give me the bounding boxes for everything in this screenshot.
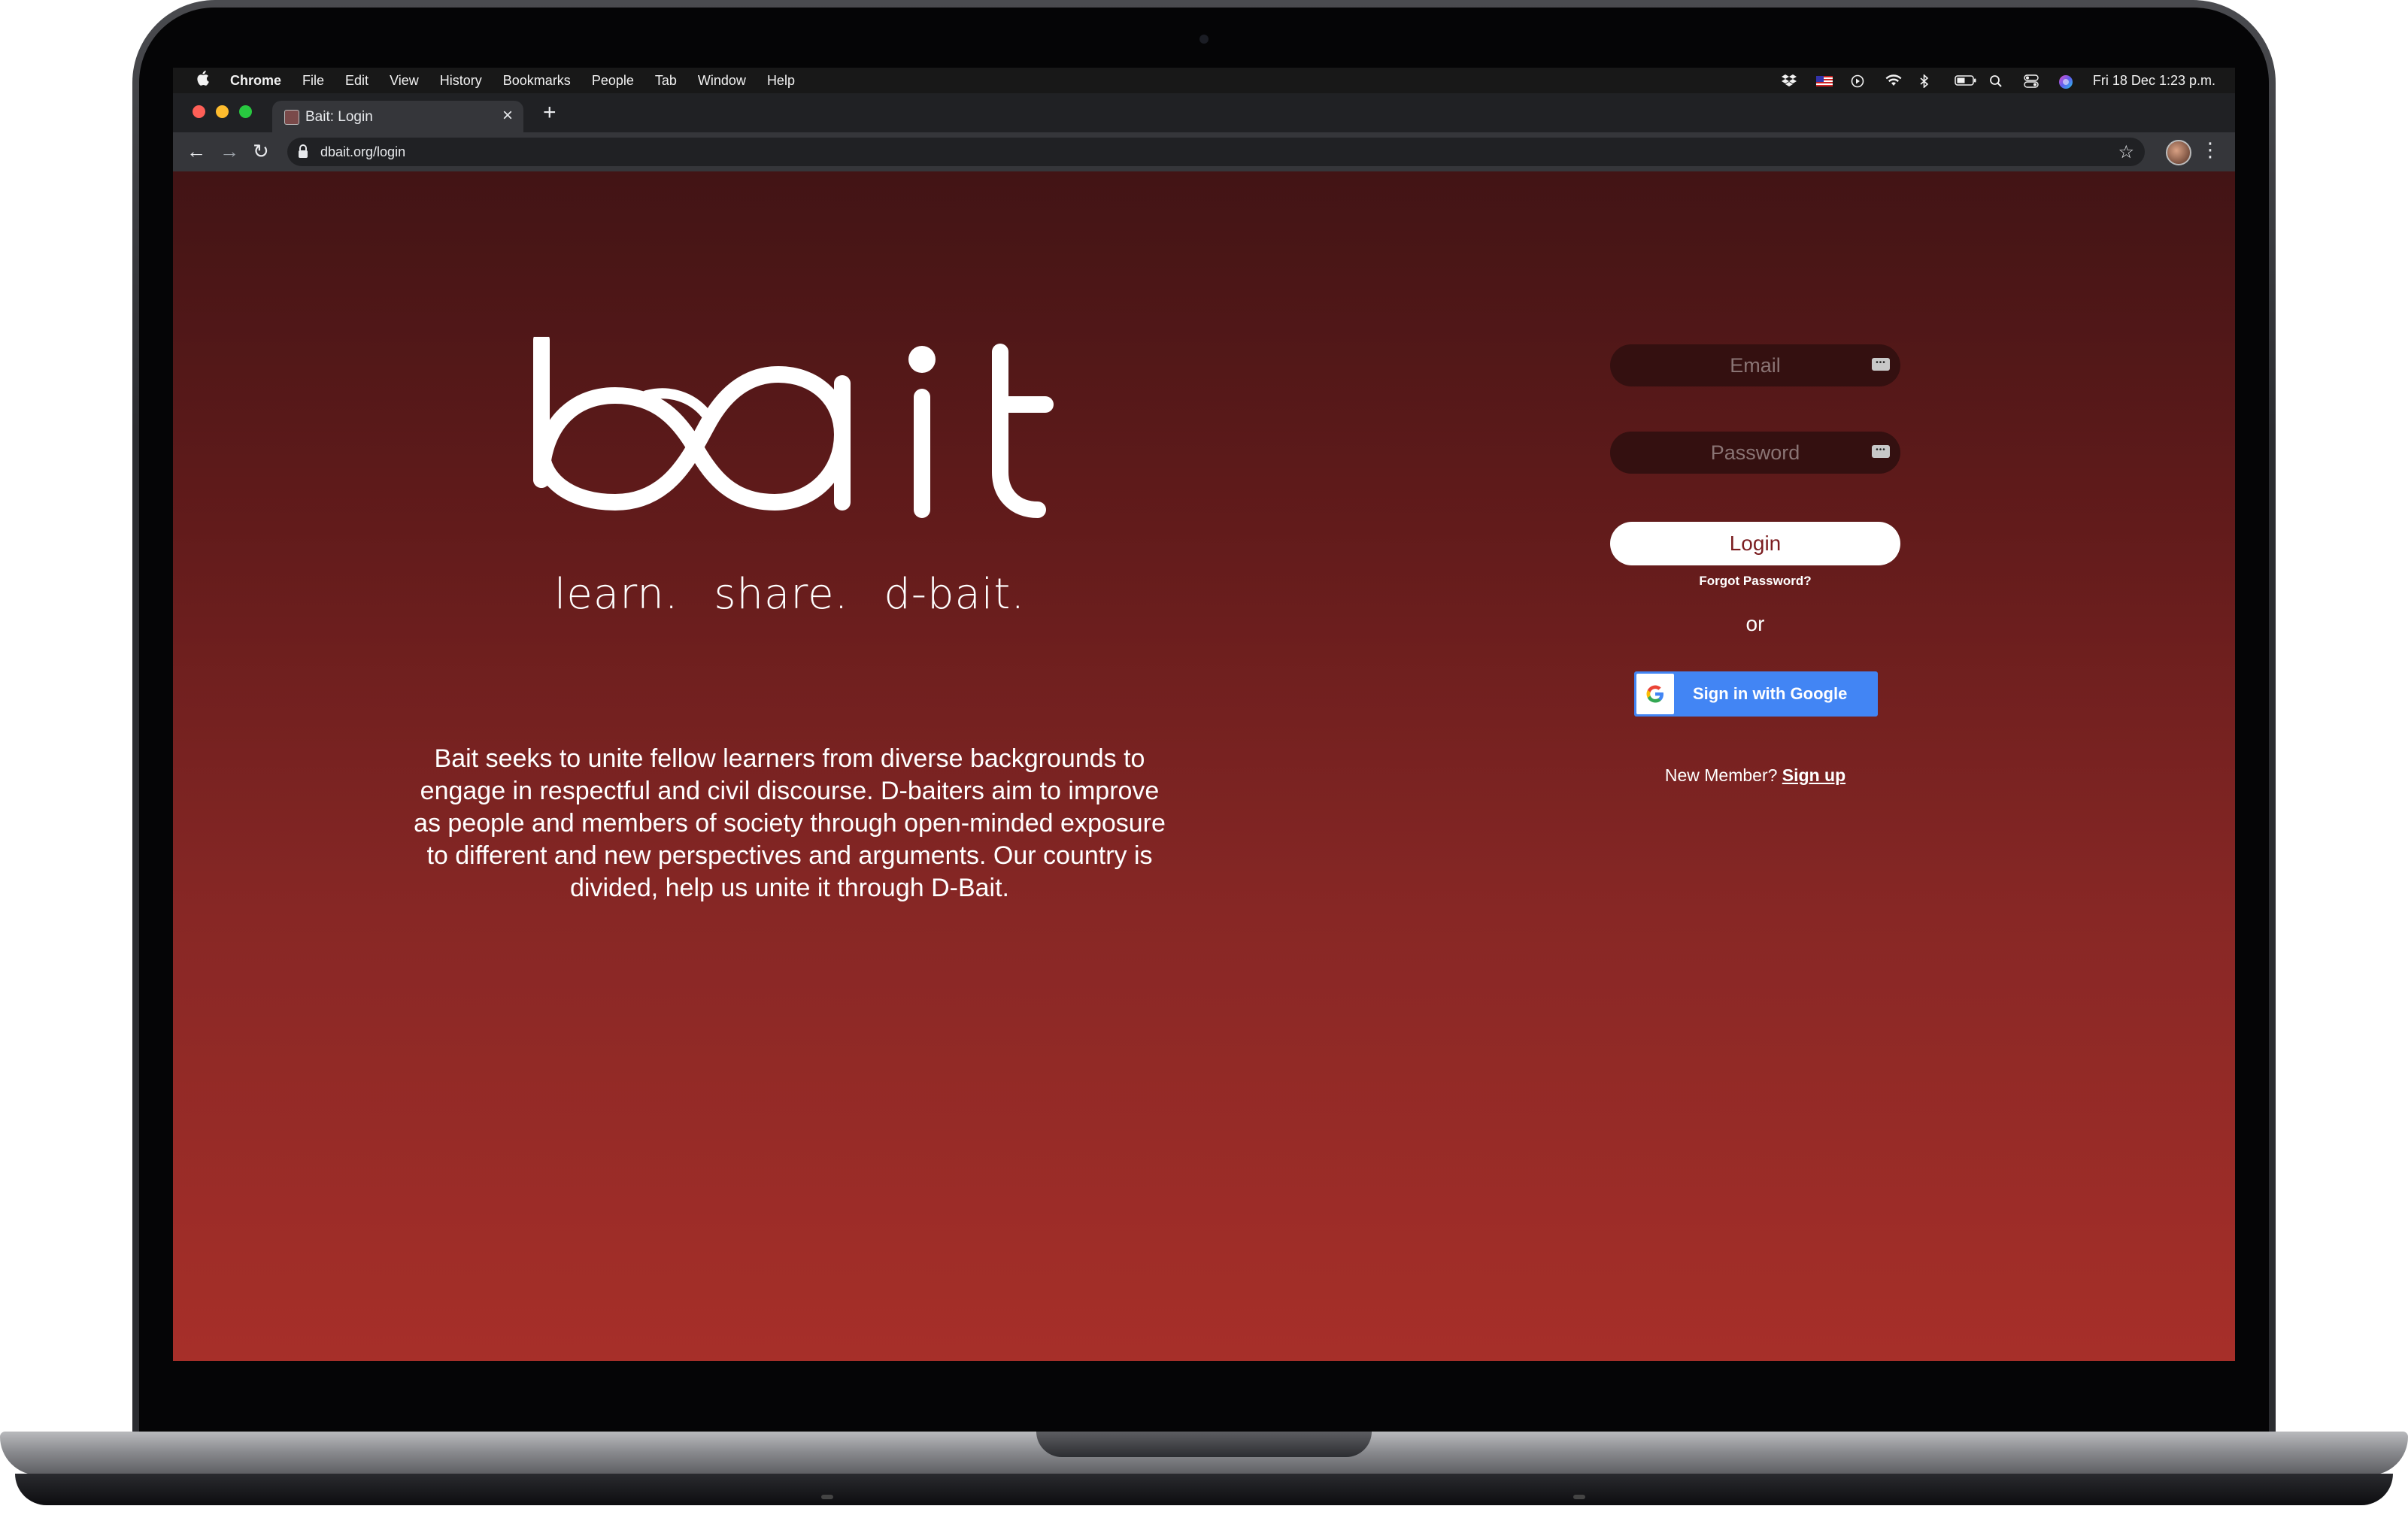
siri-icon[interactable] <box>2058 74 2073 89</box>
bluetooth-icon[interactable] <box>1920 74 1935 89</box>
menubar-status-area: Fri 18 Dec 1:23 p.m. <box>1781 68 2215 93</box>
tagline-learn: learn. <box>553 570 679 619</box>
menu-history[interactable]: History <box>440 73 482 89</box>
chrome-menu-icon[interactable]: ⋮ <box>2200 138 2220 161</box>
apple-menu-icon[interactable] <box>196 71 212 90</box>
laptop-foot <box>821 1495 833 1499</box>
tagline-share: share. <box>714 570 849 619</box>
control-center-icon[interactable] <box>2024 74 2039 88</box>
forward-arrow-icon[interactable]: → <box>220 140 239 162</box>
menu-window[interactable]: Window <box>698 73 746 89</box>
menu-view[interactable]: View <box>390 73 419 89</box>
google-signin-button[interactable]: Sign in with Google <box>1634 671 1878 717</box>
back-arrow-icon[interactable]: ← <box>187 140 206 162</box>
password-manager-icon[interactable]: ••• <box>1872 445 1890 458</box>
site-favicon-icon <box>284 110 299 125</box>
new-tab-button[interactable]: + <box>543 102 557 124</box>
spotlight-search-icon[interactable] <box>1989 74 2004 87</box>
close-window-button[interactable] <box>193 105 205 118</box>
password-field[interactable]: Password ••• <box>1610 432 1900 474</box>
profile-avatar[interactable] <box>2166 140 2191 165</box>
tab-title: Bait: Login <box>305 109 373 125</box>
menu-app-name[interactable]: Chrome <box>230 73 281 89</box>
menu-file[interactable]: File <box>302 73 324 89</box>
macos-menubar: Chrome File Edit View History Bookmarks … <box>173 68 2235 93</box>
tagline-dbait: d-bait. <box>884 570 1026 619</box>
menu-bookmarks[interactable]: Bookmarks <box>503 73 571 89</box>
menubar-clock[interactable]: Fri 18 Dec 1:23 p.m. <box>2093 73 2215 89</box>
signup-link[interactable]: Sign up <box>1782 765 1845 785</box>
browser-tab-active[interactable]: Bait: Login × <box>272 101 523 132</box>
lock-icon <box>298 144 308 159</box>
dropbox-icon[interactable] <box>1781 74 1797 86</box>
webcam <box>1199 35 1209 44</box>
play-circle-icon[interactable] <box>1851 74 1866 88</box>
new-member-label: New Member? <box>1664 765 1778 785</box>
zoom-window-button[interactable] <box>239 105 252 118</box>
login-button[interactable]: Login <box>1610 522 1900 565</box>
forgot-password-link[interactable]: Forgot Password? <box>1610 574 1900 589</box>
laptop-lid-notch <box>1036 1432 1372 1457</box>
email-placeholder: Email <box>1730 354 1781 377</box>
login-page: bait learn. share. d-bai <box>173 171 2235 1361</box>
browser-toolbar: ← → ↻ dbait.org/login ☆ ⋮ <box>173 132 2235 171</box>
email-field[interactable]: Email ••• <box>1610 344 1900 386</box>
google-logo-icon <box>1636 674 1674 714</box>
menu-people[interactable]: People <box>592 73 634 89</box>
address-bar[interactable]: dbait.org/login ☆ <box>287 138 2145 166</box>
menu-edit[interactable]: Edit <box>345 73 368 89</box>
window-controls <box>193 105 252 118</box>
bait-logo: bait <box>533 337 1054 518</box>
password-placeholder: Password <box>1710 441 1800 464</box>
laptop-screen: Chrome File Edit View History Bookmarks … <box>173 68 2235 1361</box>
reload-icon[interactable]: ↻ <box>253 140 269 162</box>
tab-close-icon[interactable]: × <box>502 105 513 126</box>
mission-description: Bait seeks to unite fellow learners from… <box>414 744 1166 902</box>
google-signin-label: Sign in with Google <box>1693 684 1848 703</box>
minimize-window-button[interactable] <box>216 105 229 118</box>
browser-tab-strip: Bait: Login × + <box>173 93 2235 132</box>
password-manager-icon[interactable]: ••• <box>1872 358 1890 371</box>
laptop-base-underside <box>15 1474 2393 1505</box>
menu-help[interactable]: Help <box>767 73 795 89</box>
battery-icon[interactable] <box>1955 74 1976 86</box>
bookmark-star-icon[interactable]: ☆ <box>2118 141 2134 163</box>
address-url: dbait.org/login <box>320 144 406 159</box>
tagline: learn. share. d-bait. <box>504 570 1075 619</box>
us-flag-input-icon[interactable] <box>1815 74 1833 86</box>
menu-tab[interactable]: Tab <box>655 73 677 89</box>
or-divider: or <box>1745 612 1765 635</box>
laptop-foot <box>1573 1495 1585 1499</box>
signup-prompt: New Member? Sign up <box>1610 765 1900 786</box>
wifi-icon[interactable] <box>1885 74 1902 86</box>
